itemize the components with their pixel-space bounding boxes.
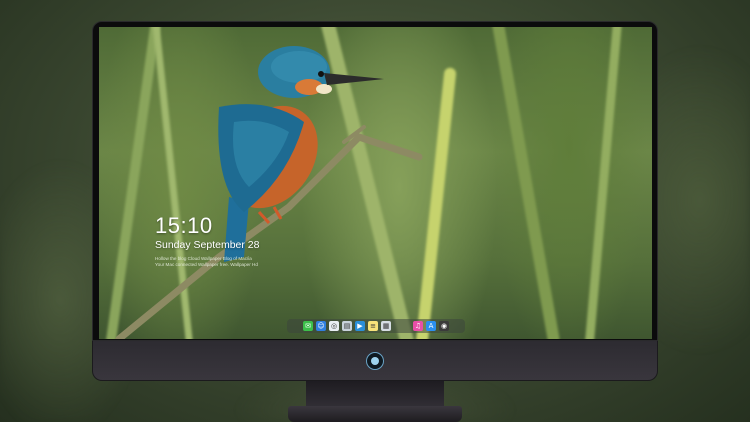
preview-icon[interactable]: ▤ [342,321,352,331]
imac-monitor: 15:10 Sunday September 28 Hollow the blo… [92,21,658,422]
photos-icon[interactable]: ▦ [381,321,391,331]
dock: ✉ ☺ ◎ ▤ ▶ ≡ ▦ ♫ A ◉ [287,319,465,333]
notice-line: Your Mac connected Wallpaper free. Wallp… [155,262,258,267]
camera-icon[interactable]: ◉ [439,321,449,331]
brand-logo-icon [366,352,384,370]
lock-screen: 15:10 Sunday September 28 Hollow the blo… [99,27,652,339]
lock-screen-notice: Hollow the blog Cloud Wallpaper Blog of … [155,256,275,268]
messages-icon[interactable]: ✉ [303,321,313,331]
kingfisher-photo [115,46,423,339]
lock-screen-clock: 15:10 [155,213,213,238]
notes-icon[interactable]: ≡ [368,321,378,331]
monitor-stand-base [288,406,462,422]
safari-icon[interactable]: ◎ [329,321,339,331]
itunes-icon[interactable]: ♫ [413,321,423,331]
claquette-icon[interactable]: ▶ [355,321,365,331]
finder-icon[interactable]: ☺ [316,321,326,331]
app-store-icon[interactable]: A [426,321,436,331]
lock-screen-date: Sunday September 28 [155,239,260,251]
monitor-bezel: 15:10 Sunday September 28 Hollow the blo… [92,21,658,341]
